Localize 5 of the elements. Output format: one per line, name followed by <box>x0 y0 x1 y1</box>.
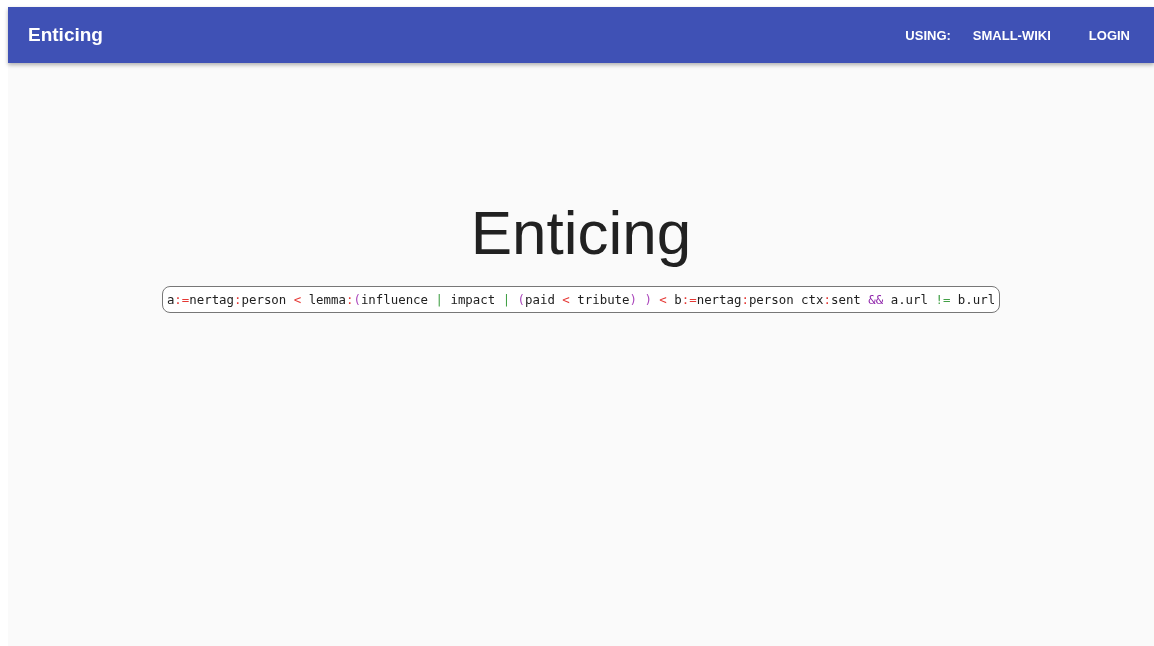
using-label: USING: <box>905 27 951 43</box>
query-field[interactable]: a:=nertag:person < lemma:(influence | impact | (paid < tribute) ) < b:=nertag:person ctx:sent && a.url != b.url <box>161 286 1001 313</box>
app-title[interactable]: Enticing <box>28 24 103 46</box>
login-button[interactable]: LOGIN <box>1080 21 1138 49</box>
corpus-button[interactable]: SMALL-WIKI <box>964 21 1059 49</box>
